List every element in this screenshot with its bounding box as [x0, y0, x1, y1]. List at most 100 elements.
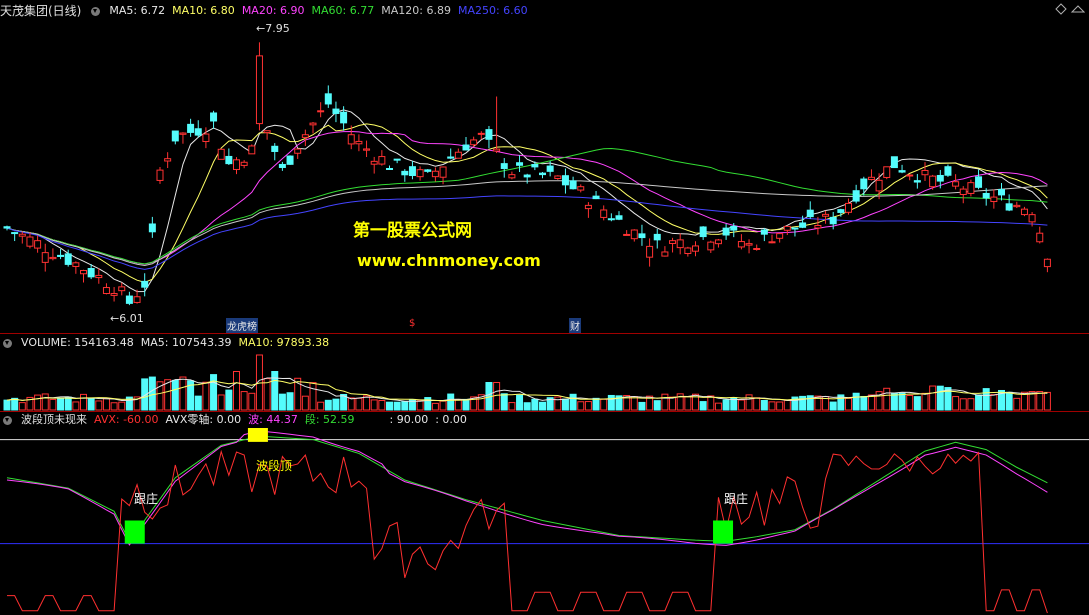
candle-body [363, 148, 371, 151]
candle-body [860, 178, 868, 190]
ma5-label: MA5: 6.72 [109, 4, 166, 17]
volume-bars [3, 354, 1051, 411]
candle-body [959, 188, 967, 195]
candle [340, 106, 348, 131]
candle [975, 169, 983, 190]
volume-bar [286, 392, 294, 411]
candle [852, 184, 860, 204]
candle-body [822, 213, 830, 217]
volume-bar [462, 398, 470, 411]
candle-body [64, 253, 72, 265]
candle [653, 228, 661, 249]
candle-body [3, 226, 11, 229]
candle [462, 136, 470, 151]
watermark-title: 第一股票公式网 [353, 221, 472, 241]
candle-body [676, 239, 684, 249]
candle [34, 235, 42, 253]
volume-bar [194, 395, 202, 411]
volume-bar [118, 401, 126, 411]
candle-body [737, 241, 745, 248]
candle-body [990, 196, 998, 203]
candle [317, 102, 325, 118]
volume-bar [913, 396, 921, 411]
candle-body [791, 227, 799, 230]
marker-dragon-tiger[interactable]: 龙虎榜 [226, 318, 258, 333]
candle [240, 160, 248, 169]
volume-bar [278, 393, 286, 411]
candle [1036, 226, 1044, 244]
candle-body [240, 161, 248, 166]
volume-bar [569, 393, 577, 411]
volume-bar [171, 379, 179, 411]
candle-body [584, 204, 592, 210]
candle [760, 228, 768, 242]
volume-bar [577, 401, 585, 411]
volume-bar [867, 394, 875, 411]
candle [592, 191, 600, 200]
candle-body [531, 164, 539, 168]
candle [3, 225, 11, 231]
candle [883, 166, 891, 180]
volume-bar [669, 396, 677, 411]
panel-controls[interactable] [1055, 3, 1085, 15]
candle [638, 224, 646, 246]
candle [561, 168, 569, 194]
candle [424, 169, 432, 173]
candle-body [57, 254, 65, 257]
volume-bar [516, 394, 524, 411]
candle-body [623, 233, 631, 236]
candle-body [998, 189, 1005, 196]
candle [485, 125, 493, 149]
candle-body [493, 148, 501, 152]
candle [416, 166, 424, 181]
volume-bar [959, 398, 967, 411]
diamond-icon[interactable] [1055, 3, 1067, 15]
candle-body [569, 180, 577, 190]
ma120-label: MA120: 6.89 [381, 4, 451, 17]
volume-bar [737, 399, 745, 411]
candle-body [110, 292, 118, 296]
volume-bar [95, 400, 103, 411]
candle-body [615, 215, 623, 220]
candle-body [1028, 214, 1036, 223]
candle-body [133, 296, 141, 303]
marker-finance[interactable]: 财 [569, 318, 581, 333]
candle-body [225, 155, 233, 165]
candle-body [355, 140, 363, 145]
follow-signal-box-1 [124, 520, 145, 544]
candle-body [485, 129, 493, 140]
candle [692, 241, 699, 257]
volume-bar [508, 402, 516, 411]
follow-signal-box-2 [713, 520, 734, 544]
candle [623, 230, 631, 236]
volume-bar [324, 399, 332, 411]
volume-bar [217, 394, 225, 411]
marker-dollar[interactable]: $ [409, 318, 415, 329]
candle-body [768, 241, 776, 244]
wave-line [6, 430, 1048, 546]
candle-body [929, 175, 937, 188]
volume-bar [921, 392, 929, 411]
candle [714, 238, 722, 248]
chevron-up-icon[interactable] [1070, 5, 1085, 13]
candle [324, 85, 332, 108]
segment-line [6, 435, 1048, 543]
candle-body [386, 168, 393, 171]
volume-bar [11, 397, 19, 411]
candle-body [286, 155, 294, 165]
candle [753, 244, 761, 251]
candle-body [554, 175, 562, 179]
candle-body [454, 151, 462, 159]
chevron-down-icon[interactable] [3, 415, 12, 425]
chevron-down-icon[interactable] [3, 338, 12, 348]
chevron-down-icon[interactable] [91, 6, 101, 16]
indicator-title: 波段顶未现来 [21, 413, 87, 426]
candle [332, 101, 340, 123]
candle-body [630, 229, 638, 240]
candle-body [776, 233, 784, 239]
candle [164, 152, 172, 168]
candle-body [508, 174, 516, 179]
follow-label-1: 跟庄 [134, 492, 159, 506]
candle [500, 158, 508, 178]
candle-body [408, 166, 416, 177]
